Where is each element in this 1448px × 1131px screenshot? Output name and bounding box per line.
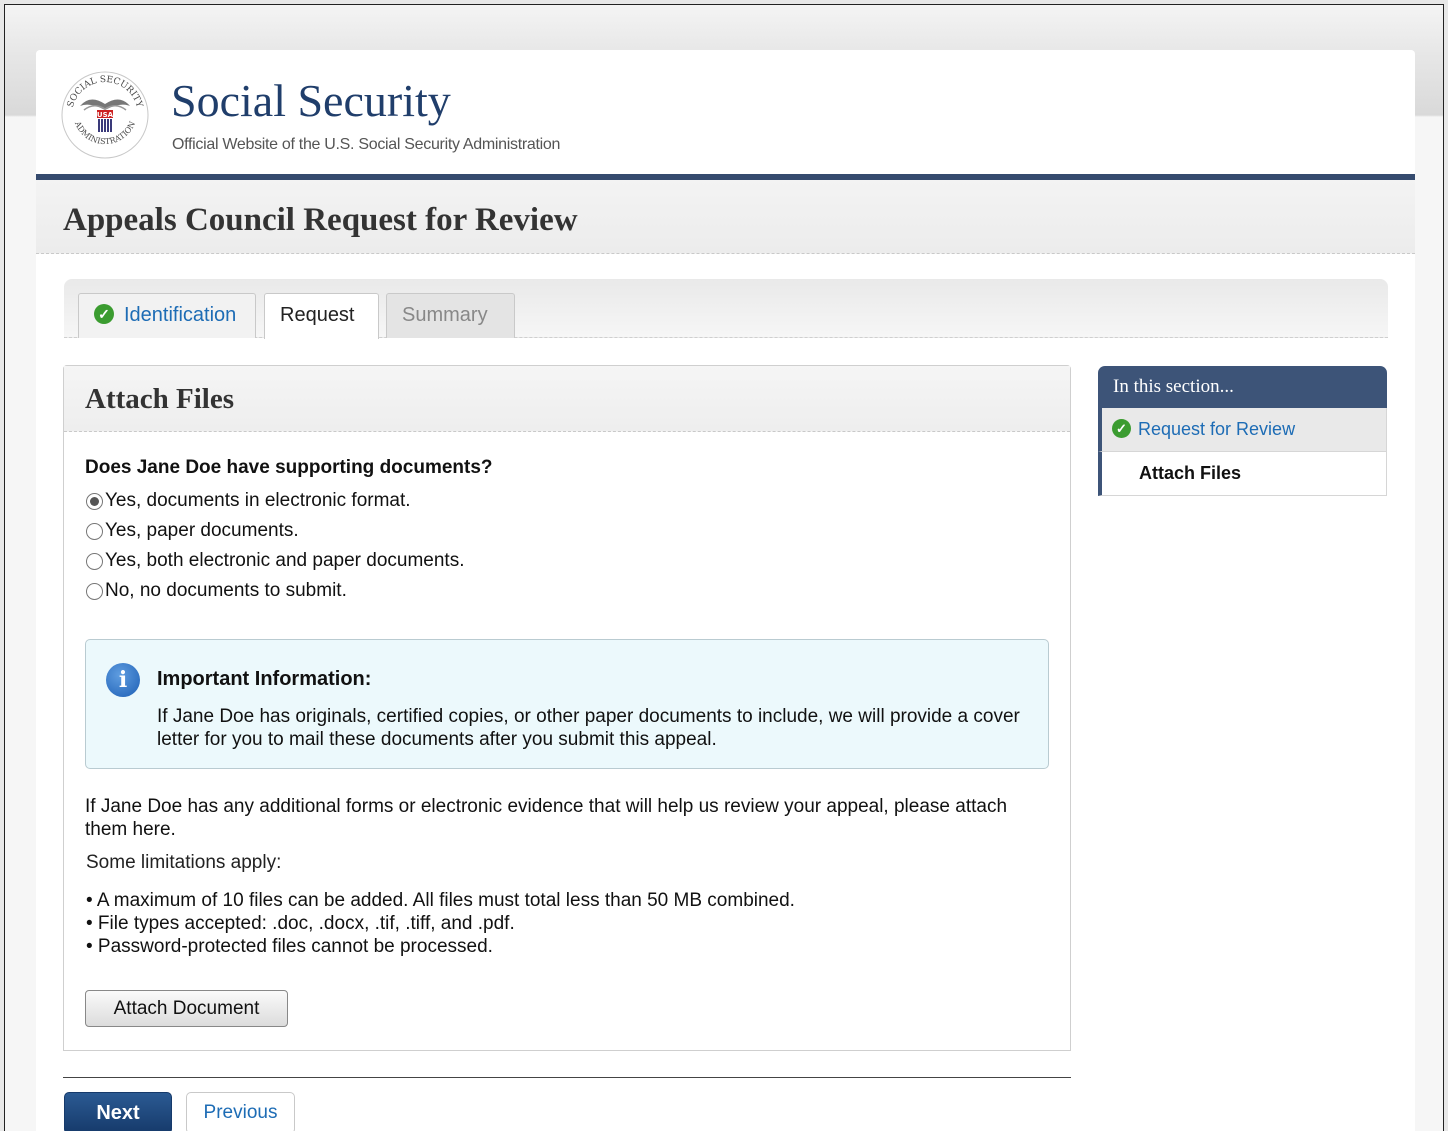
tab-request[interactable]: Request: [264, 293, 379, 339]
page: SOCIAL SECURITY ADMINISTRATION USA Socia…: [36, 50, 1415, 1131]
radio-button[interactable]: [86, 492, 103, 510]
attach-document-button[interactable]: Attach Document: [85, 990, 288, 1027]
info-text: If Jane Doe has originals, certified cop…: [157, 706, 1020, 750]
supporting-documents-options: Yes, documents in electronic format. Yes…: [86, 486, 464, 606]
site-header: SOCIAL SECURITY ADMINISTRATION USA Socia…: [36, 50, 1415, 180]
important-information-box: i Important Information: If Jane Doe has…: [85, 639, 1049, 769]
page-title: Appeals Council Request for Review: [63, 202, 578, 238]
sidebar-item-label: Request for Review: [1138, 419, 1296, 439]
site-title[interactable]: Social Security: [171, 74, 451, 127]
form-divider: [63, 1077, 1071, 1078]
section-nav-heading: In this section...: [1098, 366, 1387, 408]
supporting-documents-question: Does Jane Doe have supporting documents?: [85, 457, 493, 478]
option-both[interactable]: Yes, both electronic and paper documents…: [86, 546, 464, 576]
option-label: Yes, both electronic and paper documents…: [105, 550, 465, 571]
svg-text:USA: USA: [97, 111, 114, 119]
tab-identification-label: Identification: [124, 304, 237, 326]
previous-button[interactable]: Previous: [186, 1092, 295, 1131]
title-band: Appeals Council Request for Review: [36, 180, 1415, 254]
panel-title: Attach Files: [85, 383, 234, 415]
option-label: Yes, paper documents.: [105, 520, 299, 541]
list-item: • Password-protected files cannot be pro…: [86, 936, 493, 957]
panel-header: Attach Files: [64, 366, 1070, 432]
option-label: No, no documents to submit.: [105, 580, 347, 601]
next-button[interactable]: Next: [64, 1092, 172, 1131]
attach-instructions: If Jane Doe has any additional forms or …: [85, 796, 1008, 840]
list-item: • File types accepted: .doc, .docx, .tif…: [86, 913, 515, 934]
option-electronic[interactable]: Yes, documents in electronic format.: [86, 486, 464, 516]
site-subtitle: Official Website of the U.S. Social Secu…: [172, 136, 561, 153]
option-none[interactable]: No, no documents to submit.: [86, 576, 464, 606]
step-tabs: ✓ Identification Request Summary: [64, 279, 1388, 339]
section-navigation: In this section... ✓ Request for Review A…: [1098, 366, 1387, 496]
limitations-list: • A maximum of 10 files can be added. Al…: [86, 889, 795, 958]
tab-request-label: Request: [280, 304, 355, 326]
sidebar-item-attach-files: Attach Files: [1098, 452, 1387, 496]
info-icon: i: [106, 663, 140, 697]
tab-identification[interactable]: ✓ Identification: [78, 293, 256, 338]
option-label: Yes, documents in electronic format.: [105, 490, 411, 511]
radio-button[interactable]: [86, 552, 103, 570]
checkmark-circle-icon: ✓: [94, 303, 114, 324]
sidebar-item-request-for-review[interactable]: ✓ Request for Review: [1098, 408, 1387, 452]
info-title: Important Information:: [157, 668, 372, 690]
radio-button[interactable]: [86, 582, 103, 600]
ssa-seal-icon[interactable]: SOCIAL SECURITY ADMINISTRATION USA: [60, 70, 150, 160]
limitations-intro: Some limitations apply:: [86, 852, 282, 873]
tab-summary-label: Summary: [402, 304, 488, 326]
checkmark-circle-icon: ✓: [1112, 418, 1131, 438]
radio-button[interactable]: [86, 522, 103, 540]
option-paper[interactable]: Yes, paper documents.: [86, 516, 464, 546]
sidebar-item-label: Attach Files: [1139, 463, 1242, 483]
tab-summary: Summary: [386, 293, 515, 338]
attach-files-panel: Attach Files Does Jane Doe have supporti…: [63, 365, 1071, 1051]
list-item: • A maximum of 10 files can be added. Al…: [86, 890, 795, 911]
